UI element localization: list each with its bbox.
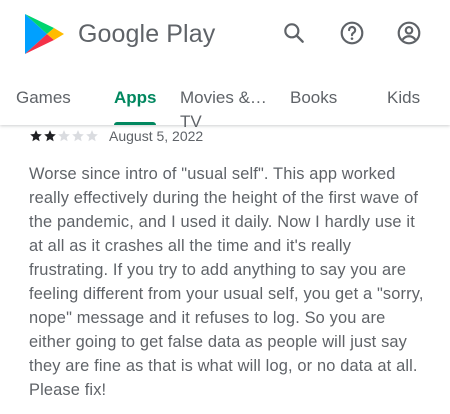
tab-apps[interactable]: Apps [114, 86, 157, 110]
search-button[interactable] [277, 16, 311, 50]
google-play-brand[interactable]: Google Play [22, 12, 215, 56]
star-empty-icon [86, 130, 98, 142]
brand-name: Google Play [78, 19, 216, 48]
star-filled-icon [30, 130, 42, 142]
account-button[interactable] [392, 16, 426, 50]
google-play-logo-icon [25, 14, 64, 54]
active-tab-indicator [114, 122, 156, 125]
search-icon [284, 23, 304, 43]
tab-movies-tv-label-line1: Movies &… [180, 88, 267, 107]
star-empty-icon [72, 130, 84, 142]
review-item: August 5, 2022 Worse since intro of "usu… [29, 126, 429, 402]
tab-books[interactable]: Books [290, 86, 337, 110]
tab-movies-tv[interactable]: Movies &… TV [180, 86, 272, 134]
star-empty-icon [58, 130, 70, 142]
top-app-bar: Google Play Games Apps Movies &… TV Book… [0, 0, 450, 131]
help-button[interactable] [335, 16, 369, 50]
star-rating [29, 129, 99, 143]
review-text: Worse since intro of "usual self". This … [29, 165, 424, 399]
account-icon [397, 21, 421, 45]
category-tabs: Games Apps Movies &… TV Books Kids [0, 82, 450, 131]
tab-games[interactable]: Games [16, 86, 71, 110]
tab-kids[interactable]: Kids [387, 86, 420, 110]
star-filled-icon [44, 130, 56, 142]
help-icon [340, 21, 364, 45]
tab-movies-tv-label-line2: TV [180, 112, 202, 131]
